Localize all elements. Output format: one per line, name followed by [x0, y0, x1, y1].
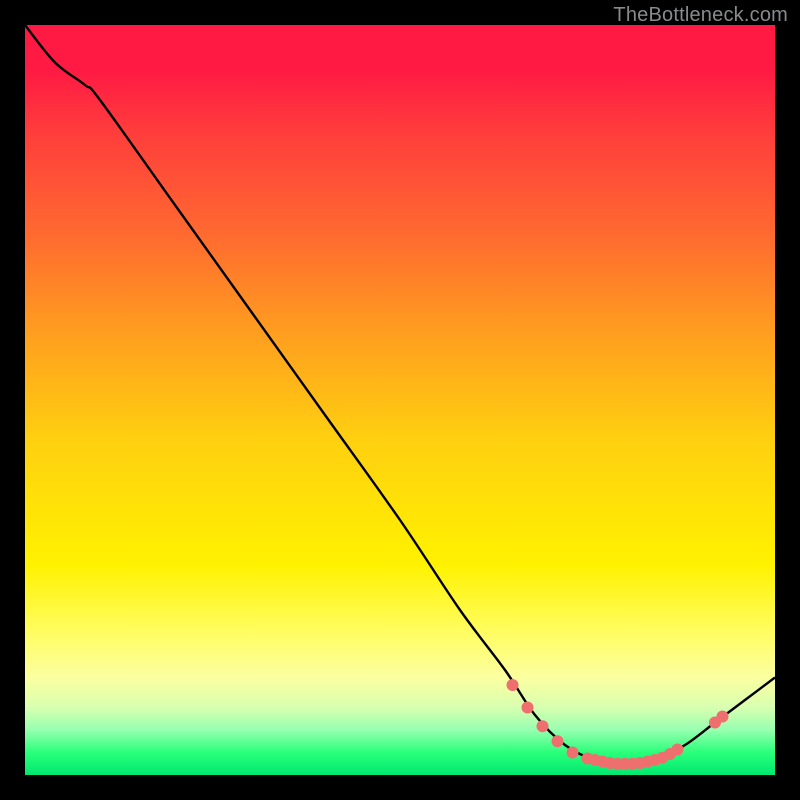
data-marker — [537, 720, 549, 732]
marker-layer — [507, 679, 729, 770]
data-marker — [507, 679, 519, 691]
bottleneck-curve — [25, 25, 775, 764]
attribution-text: TheBottleneck.com — [613, 4, 788, 27]
curve-layer — [25, 25, 775, 775]
chart-container: TheBottleneck.com — [0, 0, 800, 800]
data-marker — [672, 744, 684, 756]
data-marker — [552, 735, 564, 747]
data-marker — [717, 711, 729, 723]
data-marker — [522, 702, 534, 714]
data-marker — [567, 747, 579, 759]
plot-area — [25, 25, 775, 775]
